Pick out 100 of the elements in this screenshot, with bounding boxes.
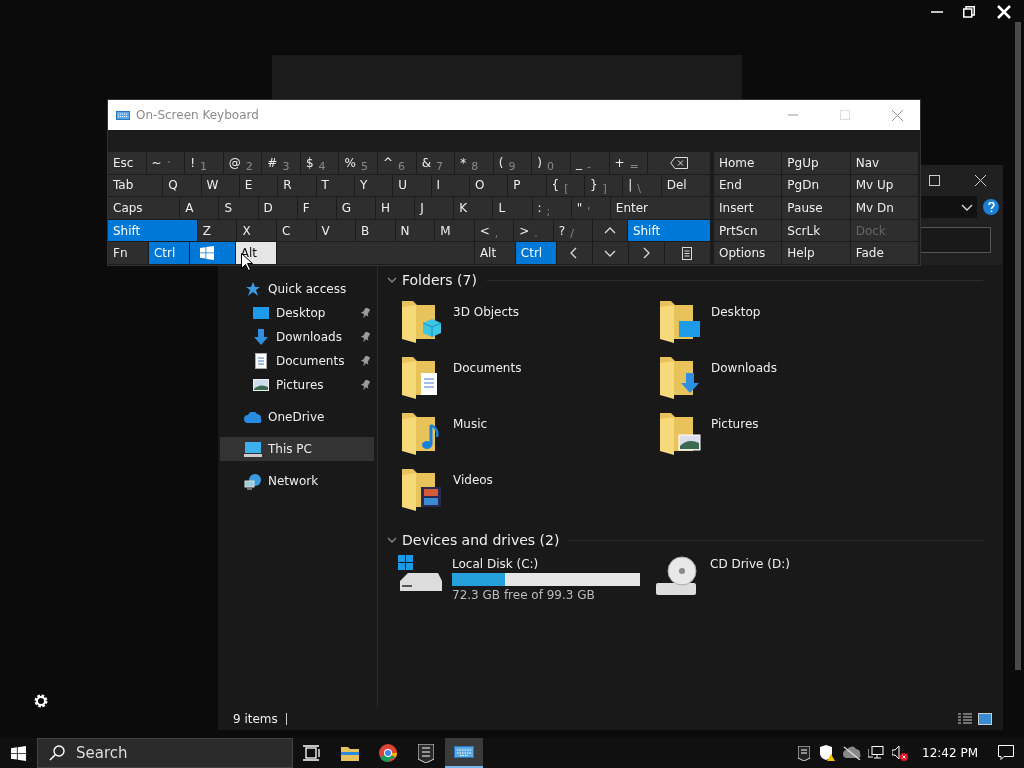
keyboard-key[interactable]: M [435,219,474,242]
keyboard-key[interactable]: Shift [108,219,197,242]
keyboard-key[interactable]: ~ ` [146,152,185,174]
keyboard-key[interactable]: Z [197,219,237,242]
folder-item[interactable]: Videos [401,467,659,523]
taskbar-app[interactable] [445,738,483,768]
keyboard-key[interactable]: " ' [571,197,610,219]
keyboard-key[interactable]: Mv Up [850,174,918,197]
group-header[interactable]: Folders (7) [386,269,983,291]
scrollbar[interactable] [1015,22,1021,670]
keyboard-key[interactable]: ? / [553,219,593,242]
folder-item[interactable]: Documents [401,355,659,411]
keyboard-key[interactable]: K [454,197,493,219]
keyboard-key[interactable]: W [201,174,239,197]
keyboard-key[interactable]: _ - [570,152,609,174]
nav-item[interactable]: Quick access [220,277,374,301]
keyboard-key[interactable]: I [431,174,469,197]
keyboard-key[interactable]: Ctrl [148,242,189,264]
keyboard-key[interactable] [189,242,235,264]
keyboard-key[interactable]: > . [514,219,553,242]
keyboard-key[interactable] [664,242,710,264]
keyboard-key[interactable]: : ; [532,197,571,219]
keyboard-key[interactable]: J [415,197,454,219]
keyboard-key[interactable]: # 3 [262,152,300,174]
nav-item[interactable]: Downloads [220,325,374,349]
keyboard-key[interactable]: & 7 [416,152,455,174]
keyboard-key[interactable]: Q [163,174,201,197]
keyboard-key[interactable]: L [493,197,532,219]
folder-item[interactable]: 3D Objects [401,299,659,355]
keyboard-key[interactable]: U [393,174,431,197]
keyboard-key[interactable]: PgDn [782,174,850,197]
keyboard-key[interactable]: Mv Dn [850,197,918,219]
keyboard-key[interactable]: $ 4 [300,152,339,174]
keyboard-key[interactable]: ScrLk [782,219,850,242]
nav-item[interactable]: This PC [220,437,374,461]
keyboard-key[interactable]: PgUp [782,152,850,174]
keyboard-key[interactable]: Del [661,174,710,197]
keyboard-key[interactable]: P [508,174,546,197]
keyboard-key[interactable]: V [316,219,356,242]
keyboard-key[interactable]: Home [714,152,782,174]
keyboard-key[interactable]: X [237,219,276,242]
keyboard-key[interactable]: Fade [850,242,918,264]
keyboard-key[interactable]: Nav [850,152,918,174]
keyboard-key[interactable]: } ] [584,174,623,197]
keyboard-key[interactable]: D [258,197,297,219]
keyboard-key[interactable]: O [469,174,508,197]
keyboard-key[interactable]: Alt [474,242,515,264]
clock[interactable]: 12:42 PM [912,738,988,768]
keyboard-key[interactable]: Fn [108,242,148,264]
keyboard-key[interactable]: End [714,174,782,197]
keyboard-key[interactable]: Tab [108,174,163,197]
keyboard-key[interactable]: Insert [714,197,782,219]
keyboard-key[interactable]: Caps [108,197,180,219]
large-icons-view-button[interactable] [975,710,995,728]
nav-item[interactable]: OneDrive [220,405,374,429]
keyboard-key[interactable]: Ctrl [515,242,556,264]
help-button[interactable] [983,199,999,215]
drive-name[interactable]: CD Drive (D:) [710,557,790,571]
keyboard-key[interactable]: Pause [782,197,850,219]
nav-item[interactable]: Desktop [220,301,374,325]
keyboard-key[interactable]: A [180,197,219,219]
keyboard-key[interactable]: < , [474,219,514,242]
keyboard-key[interactable]: H [376,197,415,219]
keyboard-key[interactable]: @ 2 [223,152,262,174]
keyboard-key[interactable]: ) 0 [532,152,570,174]
keyboard-key[interactable]: Help [782,242,850,264]
keyboard-key[interactable]: S [219,197,258,219]
keyboard-key[interactable]: ^ 6 [378,152,416,174]
search-field[interactable]: Search [37,738,293,768]
keyboard-key[interactable]: Enter [610,197,710,219]
keyboard-key[interactable] [648,152,710,174]
keyboard-key[interactable]: ! 1 [185,152,223,174]
folder-item[interactable]: Music [401,411,659,467]
keyboard-key[interactable]: ( 9 [493,152,532,174]
keyboard-key[interactable]: G [336,197,375,219]
keyboard-key[interactable]: | \ [623,174,661,197]
keyboard-key[interactable]: E [239,174,278,197]
keyboard-key[interactable]: N [395,219,435,242]
nav-item[interactable]: Pictures [220,373,374,397]
keyboard-key[interactable]: Y [354,174,393,197]
keyboard-key[interactable]: + = [609,152,648,174]
folder-item[interactable]: Pictures [659,411,917,467]
keyboard-key[interactable]: % 5 [339,152,378,174]
keyboard-key[interactable]: B [356,219,395,242]
keyboard-key[interactable]: F [297,197,336,219]
keyboard-key[interactable]: { [ [546,174,584,197]
drive-name[interactable]: Local Disk (C:) [452,557,640,571]
folder-item[interactable]: Desktop [659,299,917,355]
keyboard-key[interactable]: * 8 [455,152,493,174]
group-header[interactable]: Devices and drives (2) [386,529,983,551]
keyboard-key[interactable]: T [316,174,354,197]
nav-item[interactable]: Documents [220,349,374,373]
keyboard-key[interactable]: Shift [627,219,711,242]
nav-item[interactable]: Network [220,469,374,493]
folder-item[interactable]: Downloads [659,355,917,411]
keyboard-key[interactable]: PrtScn [714,219,782,242]
keyboard-key[interactable]: R [278,174,316,197]
keyboard-key[interactable]: Options [714,242,782,264]
keyboard-key[interactable]: Esc [108,152,146,174]
keyboard-key[interactable]: C [276,219,316,242]
